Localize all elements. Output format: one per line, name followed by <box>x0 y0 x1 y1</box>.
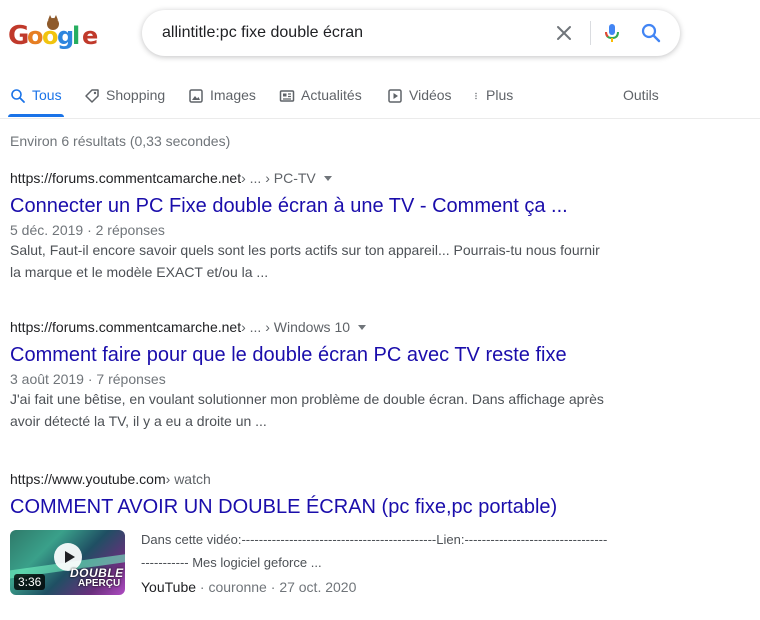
result-snippet: Salut, Faut-il encore savoir quels sont … <box>10 242 600 280</box>
mic-icon[interactable] <box>602 23 622 43</box>
tab-label: Vidéos <box>409 87 452 103</box>
tab-tous[interactable]: Tous <box>10 87 62 115</box>
result-date: 5 déc. 2019 <box>10 222 84 238</box>
video-date: 27 oct. 2020 <box>279 579 357 595</box>
result-site: https://forums.commentcamarche.net <box>10 319 242 335</box>
result-meta: 5 déc. 2019 · 2 réponses <box>10 222 165 238</box>
tab-label: Tous <box>32 87 62 103</box>
result-stats: Environ 6 résultats (0,33 secondes) <box>10 133 231 149</box>
search-input[interactable]: allintitle:pc fixe double écran <box>162 24 363 42</box>
image-icon <box>189 89 203 103</box>
result-replies: 7 réponses <box>96 371 166 387</box>
search-box[interactable]: allintitle:pc fixe double écran <box>142 10 680 56</box>
video-channel: couronne <box>208 579 267 595</box>
news-icon <box>279 90 295 102</box>
tab-label: Plus <box>486 87 514 103</box>
result-replies: 2 réponses <box>95 222 165 238</box>
result-title-link[interactable]: Connecter un PC Fixe double écran à une … <box>10 194 610 218</box>
result-snippet: J'ai fait une bêtise, en voulant solutio… <box>10 391 604 429</box>
tabs-divider <box>0 118 760 119</box>
tab-images[interactable]: Images <box>188 87 256 115</box>
video-source: YouTube <box>141 579 197 595</box>
tab-plus[interactable]: Plus <box>474 87 513 115</box>
thumbnail-caption-2: APERÇU <box>78 578 121 589</box>
video-result: https://www.youtube.com › watch COMMENT … <box>10 471 610 519</box>
search-tabs: Tous Shopping Images Actualités Vidéos P… <box>0 80 760 118</box>
result-url[interactable]: https://forums.commentcamarche.net › ...… <box>10 319 610 335</box>
svg-text:l: l <box>72 22 80 50</box>
search-result: https://forums.commentcamarche.net › ...… <box>10 319 610 432</box>
result-title-link[interactable]: Comment faire pour que le double écran P… <box>10 343 610 367</box>
play-icon <box>388 89 402 103</box>
active-tab-indicator <box>8 114 64 117</box>
tab-videos[interactable]: Vidéos <box>387 87 452 115</box>
video-thumbnail[interactable]: DOUBLE APERÇU 3:36 <box>10 530 125 595</box>
chevron-down-icon[interactable] <box>323 176 332 181</box>
result-title-link[interactable]: COMMENT AVOIR UN DOUBLE ÉCRAN (pc fixe,p… <box>10 495 610 519</box>
chevron-down-icon[interactable] <box>358 325 367 330</box>
result-site: https://www.youtube.com <box>10 471 166 487</box>
tag-icon <box>85 89 99 103</box>
search-divider <box>590 21 591 45</box>
video-duration: 3:36 <box>14 574 46 590</box>
result-meta: 3 août 2019 · 7 réponses <box>10 371 166 387</box>
tab-label: Actualités <box>301 87 362 103</box>
tab-label: Shopping <box>106 87 166 103</box>
more-vert-icon <box>475 92 477 100</box>
result-url[interactable]: https://forums.commentcamarche.net › ...… <box>10 170 610 186</box>
tab-shopping[interactable]: Shopping <box>84 87 165 115</box>
video-meta: YouTube · couronne · 27 oct. 2020 <box>141 579 357 595</box>
tools-label: Outils <box>623 87 659 103</box>
result-site: https://forums.commentcamarche.net <box>10 170 242 186</box>
google-doodle-logo[interactable]: G o o g l e <box>6 14 98 56</box>
result-path: › watch <box>165 471 211 487</box>
svg-text:e: e <box>82 22 98 50</box>
tab-label: Images <box>210 87 256 103</box>
search-icon[interactable] <box>641 23 661 43</box>
result-date: 3 août 2019 <box>10 371 84 387</box>
tools-button[interactable]: Outils <box>623 87 659 115</box>
video-snippet: Dans cette vidéo:-----------------------… <box>141 532 608 570</box>
result-url[interactable]: https://www.youtube.com › watch <box>10 471 610 487</box>
search-icon <box>11 89 25 103</box>
result-path: › ... › PC-TV <box>241 170 316 186</box>
result-path: › ... › Windows 10 <box>241 319 351 335</box>
tab-actualites[interactable]: Actualités <box>279 87 362 115</box>
close-icon[interactable] <box>554 23 574 43</box>
search-result: https://forums.commentcamarche.net › ...… <box>10 170 610 283</box>
doodle-logo-image: G o o g l e <box>8 15 98 51</box>
